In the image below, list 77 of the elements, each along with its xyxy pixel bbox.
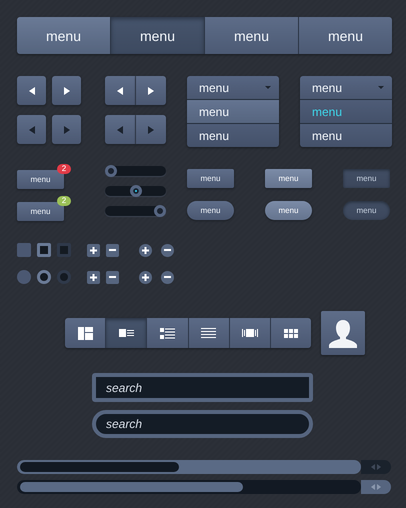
previous-button[interactable] [105,76,136,105]
checkbox[interactable] [17,243,31,257]
menu-button[interactable]: menu [343,169,390,188]
plus-icon [142,246,149,254]
checkbox[interactable] [57,243,71,257]
search-field[interactable]: search [92,410,313,438]
scrollbar-thumb[interactable] [20,482,244,492]
menu-button[interactable]: menu [17,170,64,189]
minus-icon [164,276,171,278]
minus-button[interactable] [106,270,119,284]
view-button[interactable] [228,318,270,348]
dropdown-button[interactable]: menu [300,76,392,99]
count-badge: 2 [57,164,71,174]
slider-thumb[interactable] [154,205,166,217]
left-arrow-icon [116,126,123,134]
plus-icon [90,246,97,254]
checkbox[interactable] [37,243,51,257]
plus-button[interactable] [87,244,100,256]
dropdown-item[interactable]: menu [300,123,392,147]
view-button[interactable] [105,318,146,348]
menu-tab[interactable]: menu [110,17,204,54]
avatar[interactable] [321,311,365,355]
radio-button[interactable] [17,270,31,284]
menu-button[interactable]: menu [187,169,234,188]
right-arrow-icon [64,86,70,94]
menu-button[interactable]: menu [17,202,64,221]
plus-button[interactable] [139,244,152,256]
left-arrow-icon [28,86,34,94]
search-field[interactable]: search [92,373,313,402]
caret-icon [378,86,384,89]
menu-button[interactable]: menu [265,201,312,220]
view-button[interactable] [270,318,311,348]
grid-icon [284,328,298,338]
plus-button[interactable] [139,270,152,284]
dropdown-item[interactable]: menu [187,123,279,147]
menu-button[interactable]: menu [343,201,390,220]
tiles-icon [78,326,93,340]
media-list-icon [118,329,134,337]
minus-icon [109,249,116,251]
slider-thumb[interactable] [130,185,142,197]
carousel-icon [242,329,258,337]
plus-button[interactable] [87,270,100,284]
radio-button[interactable] [57,270,71,284]
minus-icon [164,249,171,251]
next-button[interactable] [136,76,166,105]
menu-tab[interactable]: menu [17,17,110,54]
view-button[interactable] [188,318,229,348]
count-badge: 2 [57,196,71,206]
right-arrow-icon [64,126,70,134]
bullet-list-icon [160,328,175,338]
slider-thumb[interactable] [105,165,117,177]
scrollbar-thumb[interactable] [20,462,179,472]
menu-button[interactable]: menu [265,169,312,188]
left-arrow-icon [28,126,34,134]
plus-icon [142,274,149,280]
menu-tab[interactable]: menu [204,17,298,54]
menu-tab[interactable]: menu [298,17,392,54]
plus-icon [90,274,97,280]
dropdown-item[interactable]: menu [300,99,392,123]
right-arrow-icon [148,86,154,94]
minus-button[interactable] [106,244,119,256]
user-silhouette-icon [328,318,358,348]
lines-icon [201,328,216,338]
next-button[interactable] [52,76,81,105]
dropdown-item[interactable]: menu [187,99,279,123]
dropdown-button[interactable]: menu [187,76,279,99]
previous-button[interactable] [17,76,46,105]
view-button[interactable] [65,318,106,348]
left-arrow-icon [116,86,123,94]
minus-button[interactable] [161,270,174,284]
minus-button[interactable] [161,244,174,256]
minus-icon [109,276,116,278]
caret-icon [265,86,271,89]
radio-button[interactable] [37,270,51,284]
right-arrow-icon [148,126,154,134]
view-button[interactable] [146,318,188,348]
menu-button[interactable]: menu [187,201,234,220]
